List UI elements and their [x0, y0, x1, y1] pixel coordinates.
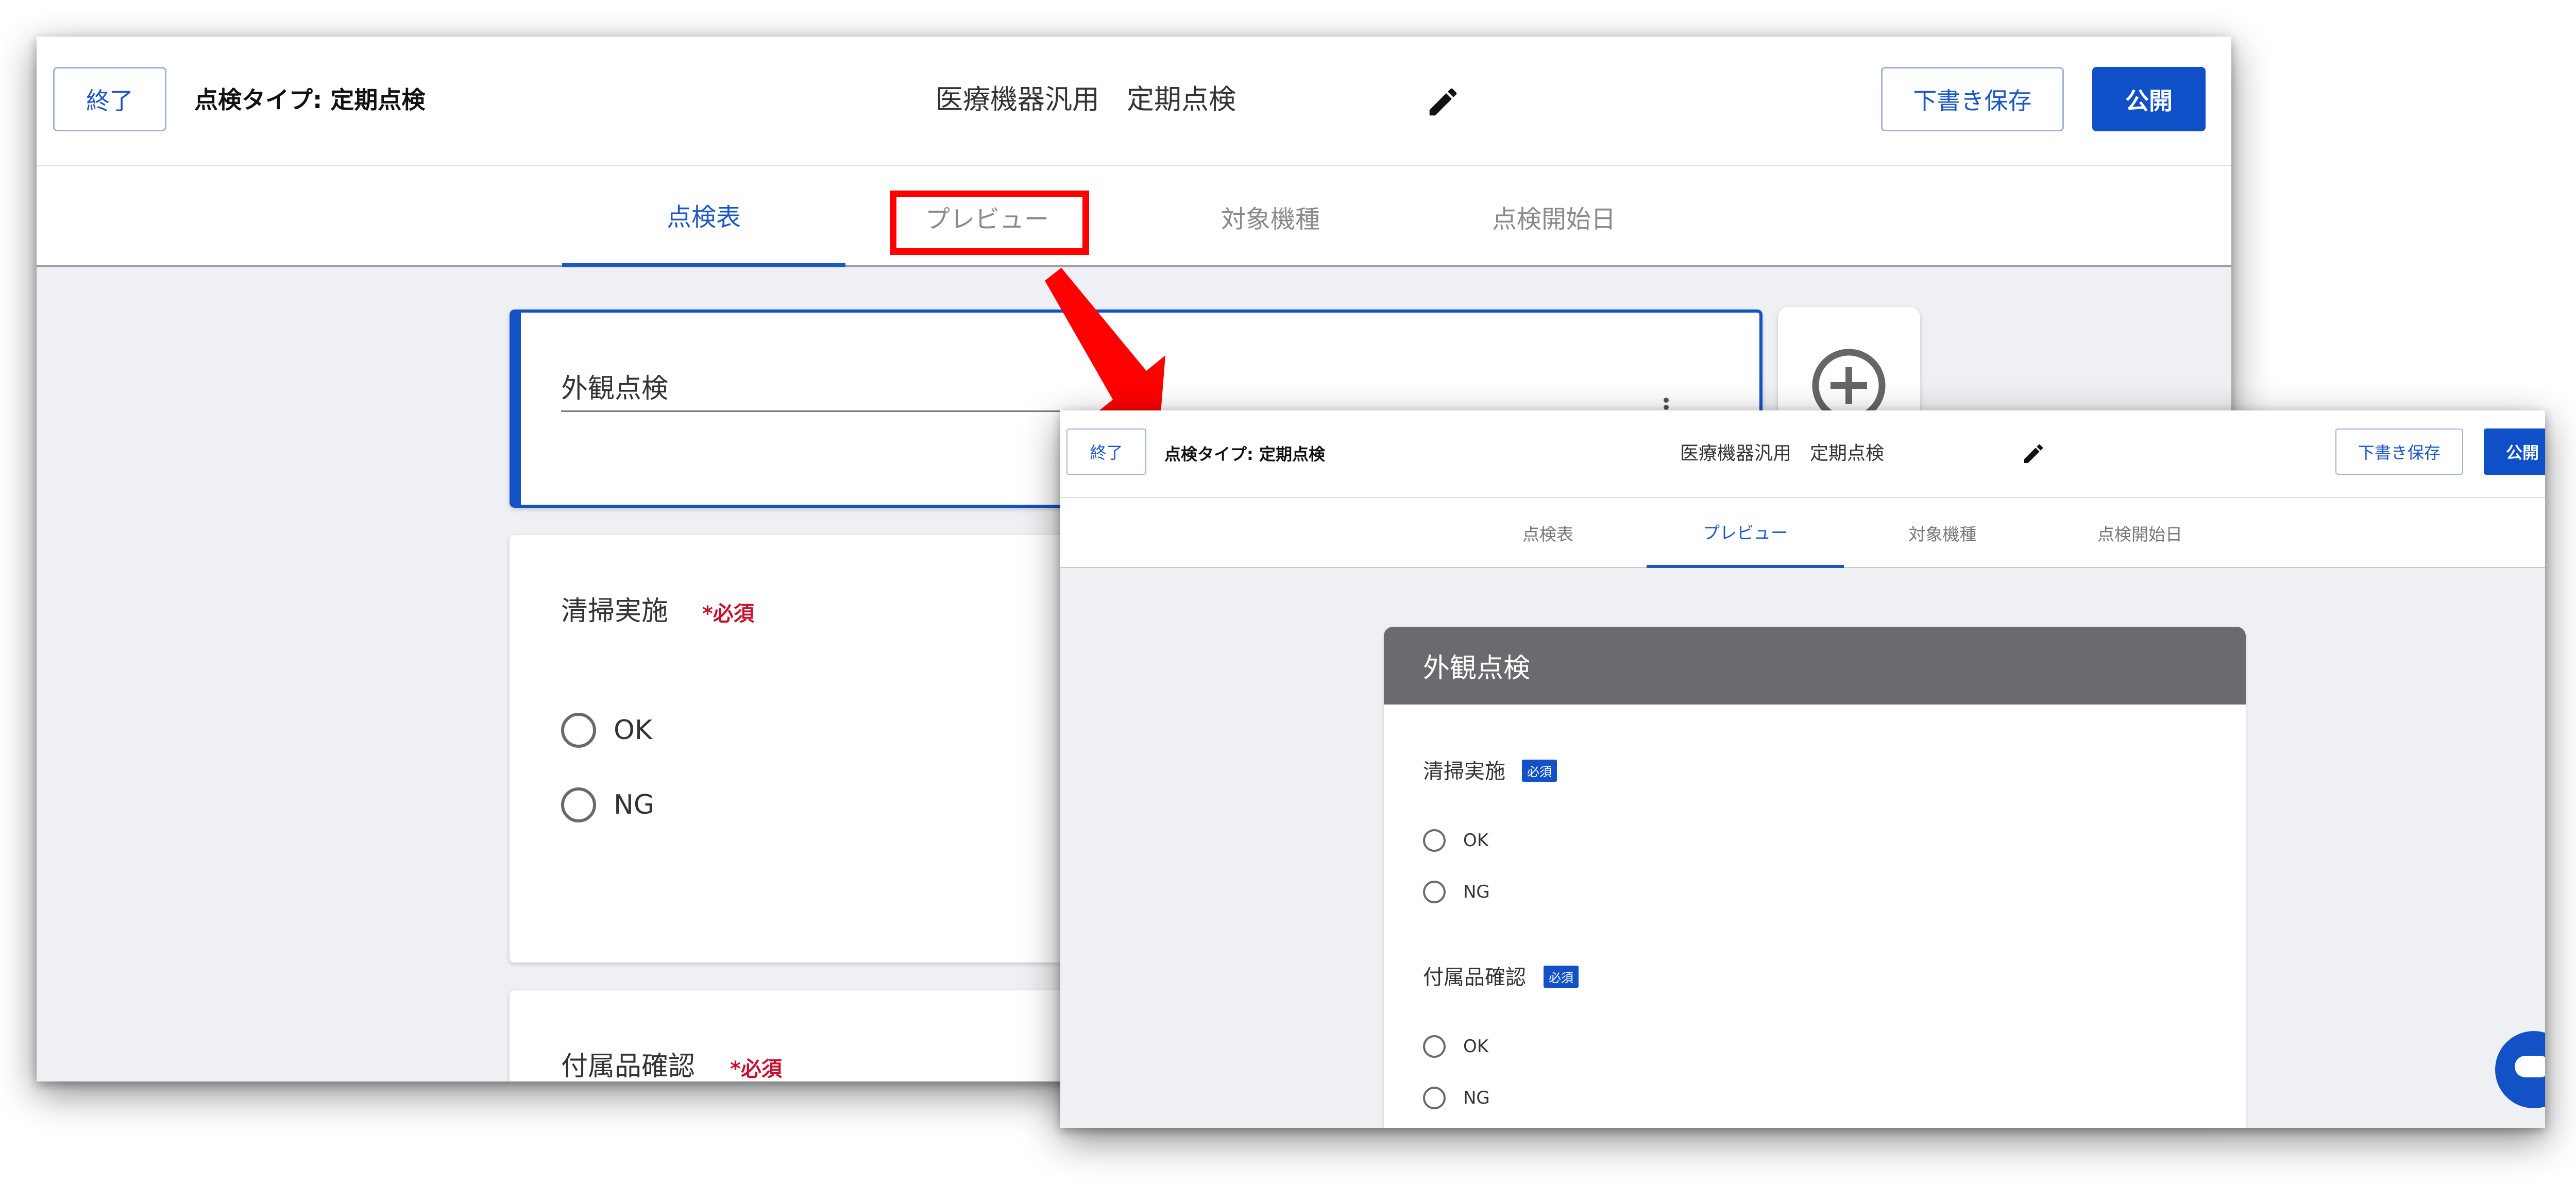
required-label: *必須	[702, 602, 754, 626]
preview-form: 外観点検 清掃実施 必須 OK NG 付属品確認 必須 OK NG	[1384, 627, 2246, 1128]
pencil-icon[interactable]	[2021, 441, 2046, 466]
publish-button[interactable]: 公開	[2092, 67, 2206, 131]
tab-target-models[interactable]: 対象機種	[1129, 166, 1412, 267]
publish-button[interactable]: 公開	[2484, 428, 2545, 475]
tab-checklist[interactable]: 点検表	[562, 166, 845, 267]
tab-target-models[interactable]: 対象機種	[1844, 498, 2041, 568]
form-title[interactable]: 医療機器汎用 定期点検	[936, 78, 1236, 117]
question-title[interactable]: 付属品確認	[561, 1044, 695, 1081]
radio-option[interactable]: OK	[561, 713, 652, 748]
question-title: 清掃実施	[1423, 760, 1505, 783]
radio-button[interactable]	[561, 713, 596, 748]
arrow-icon	[1045, 268, 1165, 433]
save-draft-button[interactable]: 下書き保存	[2335, 428, 2463, 475]
preview-section-title: 外観点検	[1384, 627, 2246, 705]
inspection-type-label: 点検タイプ: 定期点検	[194, 86, 426, 114]
required-badge: 必須	[1544, 966, 1579, 988]
required-badge: 必須	[1522, 760, 1557, 782]
radio-button[interactable]	[1423, 829, 1446, 852]
radio-label: OK	[1463, 1036, 1489, 1057]
inspection-type-label: 点検タイプ: 定期点検	[1164, 444, 1325, 464]
radio-label: NG	[614, 789, 655, 820]
radio-button[interactable]	[1423, 1035, 1446, 1058]
chat-button[interactable]	[2495, 1031, 2545, 1108]
tab-checklist[interactable]: 点検表	[1449, 498, 1647, 568]
required-label: *必須	[730, 1057, 782, 1081]
section-title[interactable]: 外観点検	[561, 367, 668, 405]
radio-option[interactable]: NG	[561, 787, 654, 822]
save-draft-button[interactable]: 下書き保存	[1881, 67, 2064, 131]
tab-start-date[interactable]: 点検開始日	[2041, 498, 2239, 568]
tab-bar: 点検表 プレビュー 対象機種 点検開始日	[1060, 498, 2545, 568]
radio-button[interactable]	[1423, 881, 1446, 903]
exit-button[interactable]: 終了	[53, 67, 166, 131]
preview-screenshot: 終了 点検タイプ: 定期点検 医療機器汎用 定期点検 下書き保存 公開 点検表 …	[1060, 410, 2545, 1128]
radio-option[interactable]: OK	[1423, 1035, 1488, 1058]
radio-option[interactable]: NG	[1423, 881, 1490, 903]
radio-label: NG	[1463, 882, 1490, 902]
radio-option[interactable]: NG	[1423, 1087, 1490, 1109]
tab-start-date[interactable]: 点検開始日	[1412, 166, 1696, 267]
pencil-icon[interactable]	[1425, 84, 1461, 120]
radio-label: OK	[614, 715, 653, 746]
form-title[interactable]: 医療機器汎用 定期点検	[1680, 438, 1884, 465]
radio-button[interactable]	[1423, 1087, 1446, 1109]
tab-preview[interactable]: プレビュー	[1647, 498, 1844, 568]
radio-button[interactable]	[561, 787, 596, 822]
exit-button[interactable]: 終了	[1066, 428, 1146, 475]
top-bar: 終了 点検タイプ: 定期点検 医療機器汎用 定期点検 下書き保存 公開	[37, 37, 2231, 166]
top-bar: 終了 点検タイプ: 定期点検 医療機器汎用 定期点検 下書き保存 公開	[1060, 410, 2545, 498]
question-title[interactable]: 清掃実施	[561, 589, 668, 628]
radio-label: OK	[1463, 830, 1489, 851]
preview-tab-highlight	[890, 191, 1089, 255]
chat-icon	[2515, 1056, 2545, 1077]
radio-label: NG	[1463, 1088, 1490, 1108]
radio-option[interactable]: OK	[1423, 829, 1488, 852]
tab-bar: 点検表 プレビュー 対象機種 点検開始日	[37, 166, 2231, 267]
question-title: 付属品確認	[1423, 966, 1526, 989]
